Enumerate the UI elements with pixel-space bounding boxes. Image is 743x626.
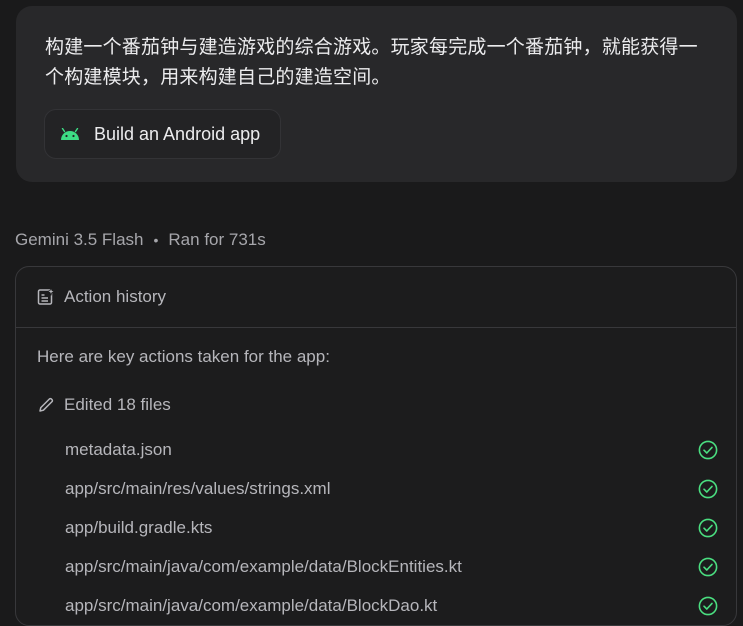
file-name: app/src/main/res/values/strings.xml <box>65 478 331 498</box>
model-name: Gemini 3.5 Flash <box>15 230 144 249</box>
edited-file-list: metadata.json app/src/main/res/values/st… <box>65 430 718 625</box>
file-item[interactable]: app/src/main/java/com/example/data/Block… <box>65 547 718 586</box>
check-circle-icon <box>698 440 718 460</box>
file-item[interactable]: app/src/main/res/values/strings.xml <box>65 469 718 508</box>
run-time: Ran for 731s <box>168 230 266 249</box>
meta-separator: • <box>153 232 159 248</box>
check-circle-icon <box>698 596 718 616</box>
build-android-app-chip[interactable]: Build an Android app <box>44 109 281 159</box>
history-intro: Here are key actions taken for the app: <box>37 347 330 366</box>
check-circle-icon <box>698 518 718 538</box>
file-item[interactable]: app/build.gradle.kts <box>65 508 718 547</box>
check-circle-icon <box>698 557 718 577</box>
file-item[interactable]: app/src/main/java/com/example/data/Block… <box>65 586 718 625</box>
prompt-text: 构建一个番茄钟与建造游戏的综合游戏。玩家每完成一个番茄钟，就能获得一个构建模块，… <box>45 36 698 88</box>
chip-label: Build an Android app <box>94 123 261 144</box>
file-name: app/src/main/java/com/example/data/Block… <box>65 595 438 615</box>
action-history-panel: Action history Here are key actions take… <box>15 266 737 626</box>
action-history-title: Action history <box>64 287 167 306</box>
run-meta: Gemini 3.5 Flash • Ran for 731s <box>15 230 266 250</box>
file-name: app/build.gradle.kts <box>65 517 213 537</box>
file-name: metadata.json <box>65 439 172 459</box>
prompt-card: 构建一个番茄钟与建造游戏的综合游戏。玩家每完成一个番茄钟，就能获得一个构建模块，… <box>16 6 737 182</box>
pencil-icon <box>37 396 55 414</box>
edited-files-label: Edited 18 files <box>64 395 171 414</box>
action-history-header[interactable]: Action history <box>16 267 736 328</box>
edited-files-row[interactable]: Edited 18 files <box>37 395 171 415</box>
file-name: app/src/main/java/com/example/data/Block… <box>65 556 462 576</box>
file-item[interactable]: metadata.json <box>65 430 718 469</box>
android-icon <box>60 128 80 140</box>
check-circle-icon <box>698 479 718 499</box>
action-history-icon <box>36 287 56 307</box>
